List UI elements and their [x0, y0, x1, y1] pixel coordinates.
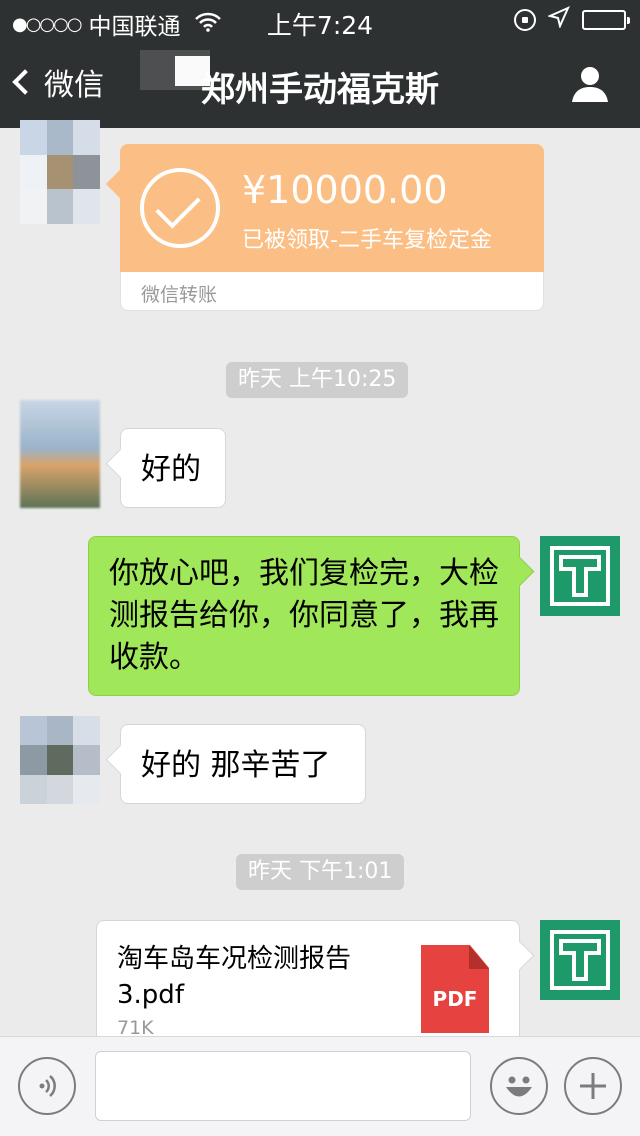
- chat-info-button[interactable]: [570, 64, 610, 104]
- location-arrow-icon: [546, 6, 570, 34]
- file-message[interactable]: 淘车岛车况检测报告3.pdf 71K PDF: [96, 920, 520, 1050]
- voice-icon: [39, 1075, 56, 1097]
- t-logo-icon: [550, 930, 610, 990]
- transfer-card-body: ¥10000.00 已被领取-二手车复检定金: [120, 144, 544, 272]
- emoji-icon: [506, 1076, 532, 1097]
- rotation-lock-icon: [514, 9, 536, 31]
- more-button[interactable]: [564, 1057, 622, 1115]
- status-bar: ●○○○○ 中国联通 上午7:24: [0, 0, 640, 40]
- timestamp: 昨天 上午10:25: [226, 362, 409, 398]
- timestamp: 昨天 下午1:01: [236, 854, 405, 890]
- chat-title: 郑州手动福克斯: [201, 70, 439, 110]
- outgoing-message[interactable]: 你放心吧，我们复检完，大检测报告给你，你同意了，我再收款。: [88, 536, 520, 696]
- plus-icon: [580, 1073, 606, 1099]
- file-name: 淘车岛车况检测报告3.pdf: [117, 944, 352, 1010]
- check-circle-icon: [140, 168, 220, 248]
- contact-avatar[interactable]: [20, 120, 100, 224]
- status-right: [514, 6, 630, 34]
- voice-button[interactable]: [18, 1057, 76, 1115]
- my-avatar[interactable]: [540, 536, 620, 616]
- my-avatar[interactable]: [540, 920, 620, 1000]
- top-bar: ●○○○○ 中国联通 上午7:24 微信 郑州手动福克斯: [0, 0, 640, 128]
- person-icon: [572, 67, 608, 102]
- battery-icon: [582, 10, 630, 30]
- message-text: 好的 那辛苦了: [141, 748, 331, 783]
- pdf-file-icon: PDF: [421, 945, 489, 1033]
- transfer-message[interactable]: ¥10000.00 已被领取-二手车复检定金 微信转账: [120, 144, 544, 311]
- contact-avatar[interactable]: [20, 716, 100, 804]
- incoming-message[interactable]: 好的: [120, 428, 226, 508]
- message-input[interactable]: [95, 1051, 471, 1121]
- transfer-description: 已被领取-二手车复检定金: [242, 228, 492, 253]
- message-text: 你放心吧，我们复检完，大检测报告给你，你同意了，我再收款。: [109, 556, 499, 675]
- input-bar: [0, 1036, 640, 1136]
- transfer-amount: ¥10000.00: [242, 168, 448, 212]
- emoji-button[interactable]: [490, 1057, 548, 1115]
- contact-avatar[interactable]: [20, 400, 100, 508]
- message-text: 好的: [141, 452, 201, 487]
- incoming-message[interactable]: 好的 那辛苦了: [120, 724, 366, 804]
- t-logo-icon: [550, 546, 610, 606]
- transfer-footer: 微信转账: [120, 272, 544, 311]
- nav-bar: 微信 郑州手动福克斯: [0, 40, 640, 128]
